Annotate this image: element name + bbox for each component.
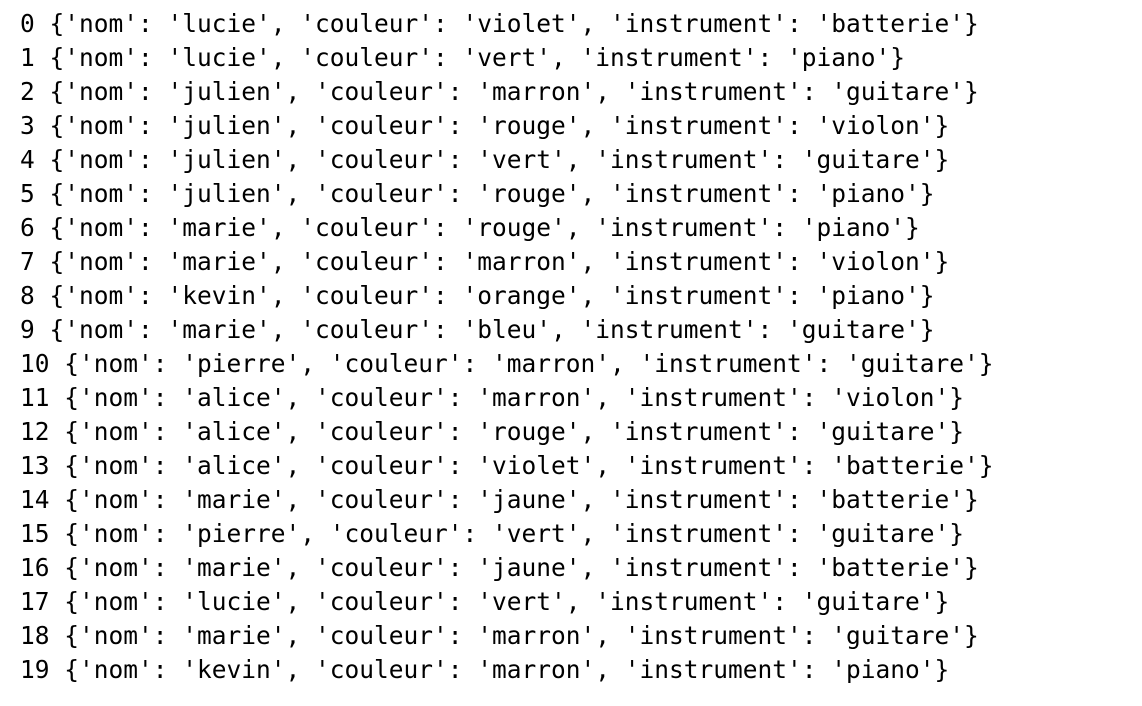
output-line: 0 {'nom': 'lucie', 'couleur': 'violet', …	[20, 9, 979, 38]
output-line: 16 {'nom': 'marie', 'couleur': 'jaune', …	[20, 553, 979, 582]
output-line: 13 {'nom': 'alice', 'couleur': 'violet',…	[20, 451, 994, 480]
output-line: 17 {'nom': 'lucie', 'couleur': 'vert', '…	[20, 587, 950, 616]
output-line: 6 {'nom': 'marie', 'couleur': 'rouge', '…	[20, 213, 920, 242]
output-line: 10 {'nom': 'pierre', 'couleur': 'marron'…	[20, 349, 994, 378]
output-line: 8 {'nom': 'kevin', 'couleur': 'orange', …	[20, 281, 935, 310]
output-line: 11 {'nom': 'alice', 'couleur': 'marron',…	[20, 383, 965, 412]
output-line: 18 {'nom': 'marie', 'couleur': 'marron',…	[20, 621, 979, 650]
output-line: 15 {'nom': 'pierre', 'couleur': 'vert', …	[20, 519, 965, 548]
output-line: 4 {'nom': 'julien', 'couleur': 'vert', '…	[20, 145, 950, 174]
output-line: 9 {'nom': 'marie', 'couleur': 'bleu', 'i…	[20, 315, 935, 344]
output-line: 3 {'nom': 'julien', 'couleur': 'rouge', …	[20, 111, 950, 140]
output-line: 2 {'nom': 'julien', 'couleur': 'marron',…	[20, 77, 979, 106]
output-line: 7 {'nom': 'marie', 'couleur': 'marron', …	[20, 247, 950, 276]
output-line: 1 {'nom': 'lucie', 'couleur': 'vert', 'i…	[20, 43, 906, 72]
output-line: 19 {'nom': 'kevin', 'couleur': 'marron',…	[20, 655, 950, 684]
console-output: 0 {'nom': 'lucie', 'couleur': 'violet', …	[20, 7, 994, 687]
output-line: 5 {'nom': 'julien', 'couleur': 'rouge', …	[20, 179, 935, 208]
output-line: 14 {'nom': 'marie', 'couleur': 'jaune', …	[20, 485, 979, 514]
output-line: 12 {'nom': 'alice', 'couleur': 'rouge', …	[20, 417, 965, 446]
